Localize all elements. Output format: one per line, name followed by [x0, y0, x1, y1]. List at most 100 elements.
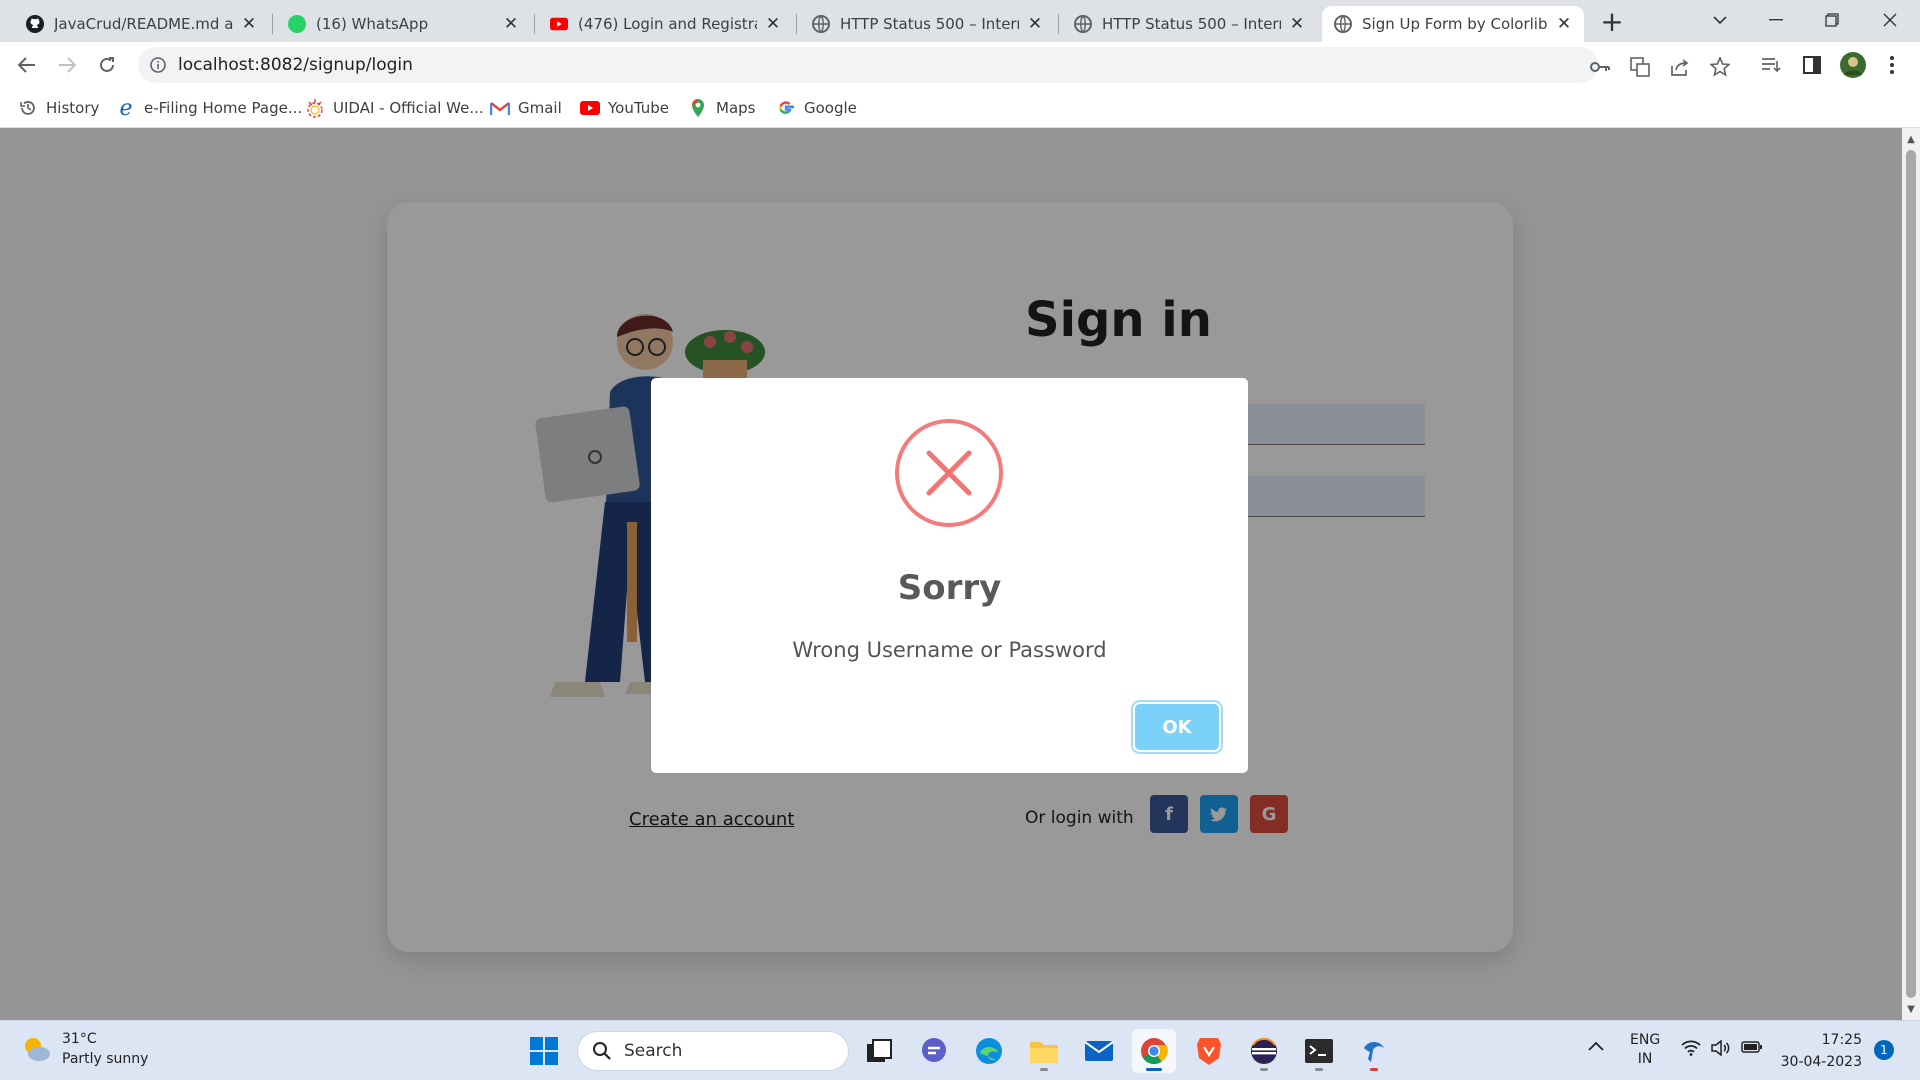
region-code: IN	[1637, 1051, 1653, 1067]
tab-title: JavaCrud/README.md at m	[54, 15, 233, 33]
taskbar-clock[interactable]: 17:25 30-04-2023	[1780, 1029, 1862, 1073]
bookmark-history[interactable]: History	[18, 96, 99, 120]
youtube-icon	[550, 15, 568, 33]
maps-icon	[688, 98, 708, 118]
globe-icon	[812, 15, 830, 33]
search-label: Search	[624, 1041, 683, 1061]
scroll-thumb[interactable]	[1906, 150, 1916, 998]
bookmark-gmail[interactable]: Gmail	[490, 96, 562, 120]
close-icon[interactable]: ✕	[239, 14, 259, 34]
notification-badge[interactable]: 1	[1874, 1040, 1894, 1060]
tab-youtube[interactable]: (476) Login and Registration ✕	[538, 6, 793, 42]
gmail-icon	[490, 98, 510, 118]
minimize-icon[interactable]	[1748, 0, 1804, 40]
close-icon[interactable]: ✕	[501, 14, 521, 34]
running-indicator	[1260, 1068, 1268, 1071]
tab-http-500-a[interactable]: HTTP Status 500 – Internal S ✕	[800, 6, 1055, 42]
eclipse-button[interactable]	[1242, 1029, 1286, 1073]
dialog-title: Sorry	[897, 568, 1002, 608]
input-language[interactable]: ENG IN	[1630, 1031, 1660, 1069]
scroll-up-icon[interactable]: ▲	[1902, 130, 1920, 148]
battery-icon[interactable]	[1741, 1040, 1763, 1058]
show-hidden-icons-chevron[interactable]	[1588, 1039, 1604, 1055]
bookmark-label: History	[46, 99, 100, 117]
tab-title: Sign Up Form by Colorlib	[1362, 15, 1548, 33]
brave-lion-icon	[1197, 1038, 1221, 1065]
translate-icon[interactable]	[1628, 55, 1652, 79]
uidai-icon	[305, 98, 325, 118]
bookmark-label: Google	[804, 99, 857, 117]
close-icon[interactable]: ✕	[1554, 14, 1574, 34]
error-x-icon	[895, 419, 1003, 527]
search-icon	[593, 1042, 611, 1060]
tab-signup-form[interactable]: Sign Up Form by Colorlib ✕	[1322, 6, 1584, 42]
chrome-button[interactable]	[1132, 1029, 1176, 1073]
new-tab-button[interactable]: +	[1597, 8, 1627, 38]
bookmark-label: Maps	[716, 99, 756, 117]
mysql-workbench-button[interactable]	[1352, 1029, 1396, 1073]
tab-search-chevron-icon[interactable]	[1692, 0, 1748, 40]
tab-strip: JavaCrud/README.md at m ✕ (16) WhatsApp …	[0, 0, 1920, 42]
tab-title: (476) Login and Registration	[578, 15, 757, 33]
windows-taskbar: 31°C Partly sunny Search ENG IN 17:25 30…	[0, 1020, 1920, 1080]
scroll-down-icon[interactable]: ▼	[1902, 1000, 1920, 1018]
password-key-icon[interactable]	[1588, 55, 1612, 79]
tab-separator	[796, 14, 797, 34]
youtube-icon	[580, 98, 600, 118]
share-icon[interactable]	[1668, 55, 1692, 79]
restore-icon[interactable]	[1804, 0, 1860, 40]
reading-list-icon[interactable]	[1759, 53, 1783, 77]
tab-github[interactable]: JavaCrud/README.md at m ✕	[14, 6, 269, 42]
bookmark-label: UIDAI - Official We...	[333, 99, 484, 117]
forward-arrow-icon[interactable]	[52, 50, 82, 80]
url-text: localhost:8082/signup/login	[178, 55, 413, 75]
browser-toolbar: localhost:8082/signup/login	[0, 42, 1920, 88]
close-icon[interactable]: ✕	[1025, 14, 1045, 34]
bookmark-uidai[interactable]: UIDAI - Official We...	[305, 96, 484, 120]
start-button[interactable]	[522, 1029, 566, 1073]
edge-button[interactable]	[967, 1029, 1011, 1073]
close-icon[interactable]: ✕	[1287, 14, 1307, 34]
folder-icon	[1030, 1042, 1058, 1063]
page-scrollbar[interactable]: ▲ ▼	[1902, 128, 1920, 1020]
wifi-icon[interactable]	[1681, 1040, 1701, 1060]
bookmark-maps[interactable]: Maps	[688, 96, 755, 120]
task-view-button[interactable]	[857, 1029, 901, 1073]
address-bar[interactable]: localhost:8082/signup/login	[138, 47, 1730, 83]
ok-button[interactable]: OK	[1135, 704, 1219, 750]
tab-separator	[272, 14, 273, 34]
terminal-icon	[1305, 1039, 1333, 1063]
bookmark-star-icon[interactable]	[1708, 55, 1732, 79]
tab-http-500-b[interactable]: HTTP Status 500 – Internal S ✕	[1062, 6, 1317, 42]
file-explorer-button[interactable]	[1022, 1029, 1066, 1073]
bookmark-youtube[interactable]: YouTube	[580, 96, 669, 120]
site-info-icon[interactable]	[148, 55, 168, 75]
clock-time: 17:25	[1821, 1032, 1862, 1048]
bookmark-efiling[interactable]: e e-Filing Home Page...	[116, 95, 302, 121]
teams-chat-button[interactable]	[912, 1029, 956, 1073]
volume-icon[interactable]	[1711, 1039, 1731, 1060]
kebab-menu-icon[interactable]	[1880, 53, 1904, 77]
profile-avatar[interactable]	[1838, 50, 1868, 80]
tab-whatsapp[interactable]: (16) WhatsApp ✕	[276, 6, 531, 42]
eclipse-icon	[1251, 1038, 1277, 1064]
edge-icon	[976, 1038, 1002, 1064]
bookmark-google[interactable]: Google	[776, 96, 857, 120]
taskbar-search[interactable]: Search	[577, 1031, 849, 1071]
windows-logo-icon	[530, 1037, 558, 1065]
weather-widget[interactable]: 31°C Partly sunny	[20, 1029, 148, 1069]
teams-chat-icon	[922, 1038, 946, 1062]
efiling-icon: e	[119, 95, 133, 121]
brave-button[interactable]	[1187, 1029, 1231, 1073]
close-icon[interactable]: ✕	[763, 14, 783, 34]
back-arrow-icon[interactable]	[12, 50, 42, 80]
side-panel-icon[interactable]	[1800, 53, 1824, 77]
tab-title: (16) WhatsApp	[316, 15, 429, 33]
weather-temp: 31°C	[62, 1031, 97, 1047]
bookmarks-bar: History e e-Filing Home Page... UIDAI - …	[0, 88, 1920, 128]
reload-icon[interactable]	[92, 50, 122, 80]
mail-button[interactable]	[1077, 1029, 1121, 1073]
window-close-icon[interactable]	[1862, 0, 1918, 40]
terminal-button[interactable]	[1297, 1029, 1341, 1073]
history-icon	[18, 98, 38, 118]
